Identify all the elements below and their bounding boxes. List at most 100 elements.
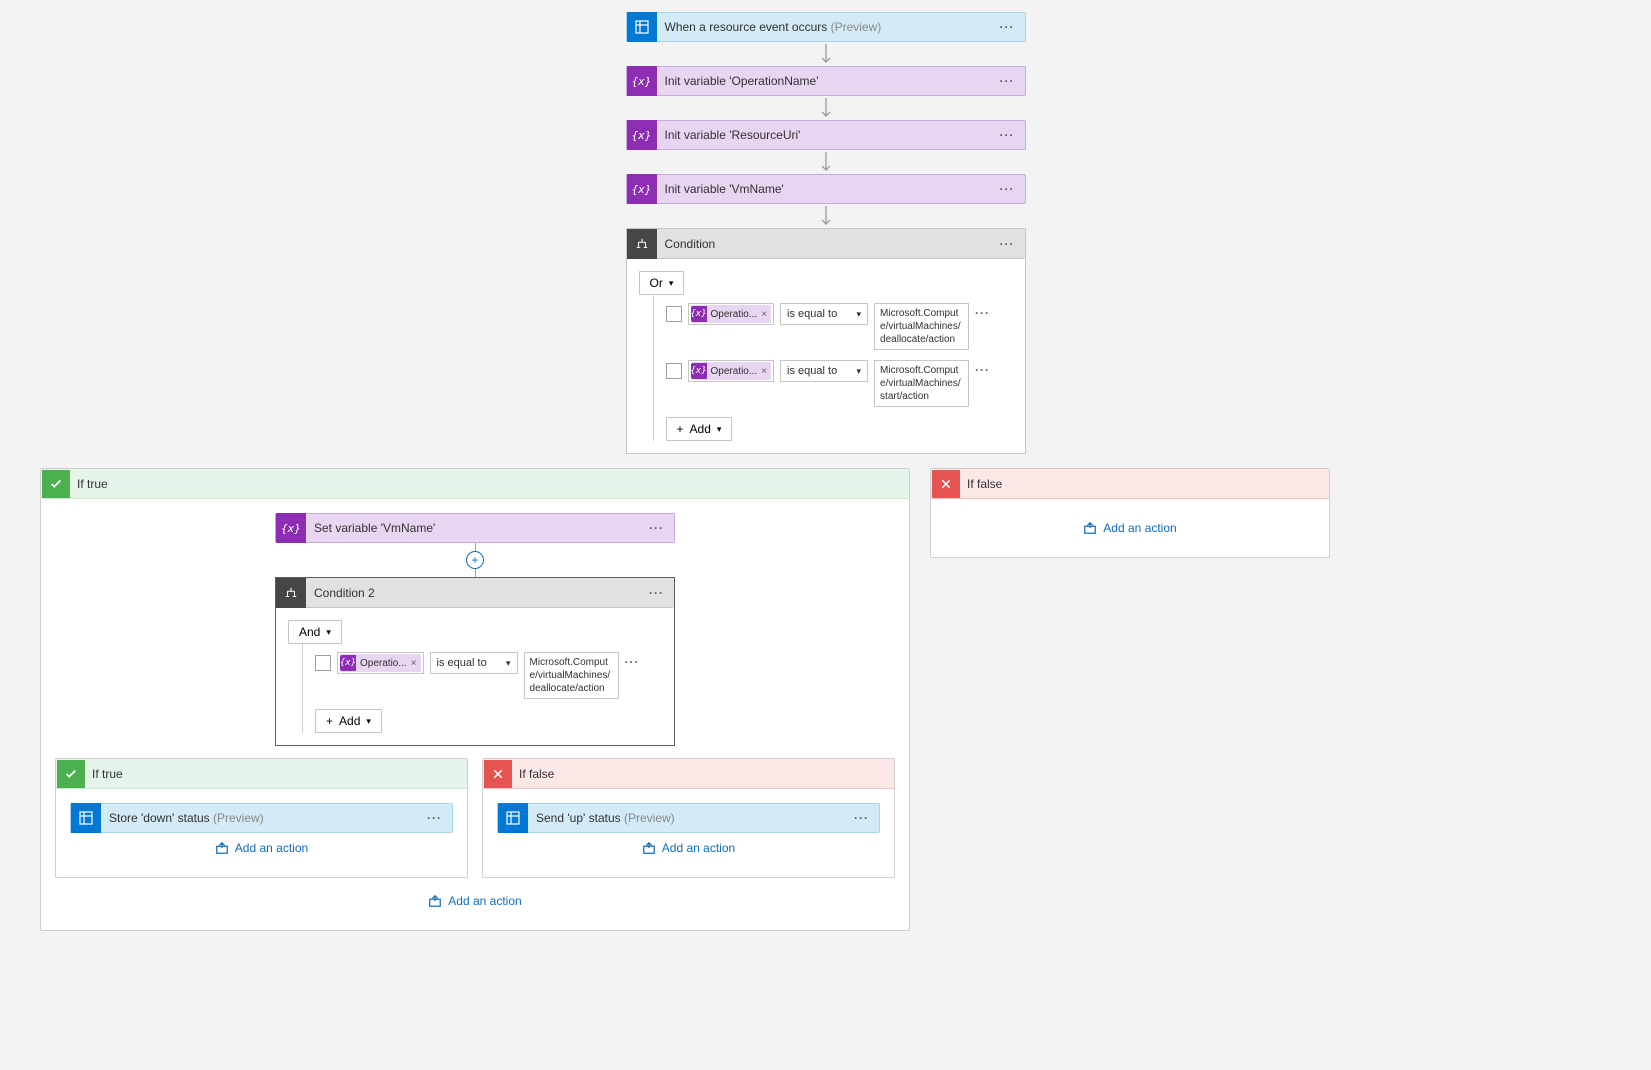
card-menu-icon[interactable]: ··· [639,586,674,600]
if-true-branch-inner: If true Store 'down' status (Preview) [55,758,468,878]
card-menu-icon[interactable]: ··· [639,521,674,535]
variable-icon: {x} [627,66,657,96]
add-action-icon [428,894,442,908]
row-checkbox[interactable] [666,306,682,322]
condition-right-value[interactable]: Microsoft.Compute/virtualMachines/deallo… [874,303,969,350]
flow-canvas: When a resource event occurs (Preview) ·… [40,12,1611,931]
variable-icon: {x} [276,513,306,543]
row-menu-icon[interactable]: ··· [625,652,640,669]
variable-icon: {x} [691,363,707,379]
variable-icon: {x} [627,174,657,204]
chevron-down-icon: ▾ [366,716,371,727]
add-action-link[interactable]: Add an action [215,841,308,855]
condition-left-value[interactable]: {x}Operatio...× [688,360,775,382]
condition-right-value[interactable]: Microsoft.Compute/virtualMachines/start/… [874,360,969,407]
chevron-down-icon: ▾ [857,309,862,320]
card-menu-icon[interactable]: ··· [990,237,1025,251]
condition-comparator-select[interactable]: is equal to▾ [430,652,518,674]
add-condition-row-button[interactable]: + Add ▾ [666,417,733,441]
arrow-down-icon [819,42,833,66]
add-action-link[interactable]: Add an action [428,894,521,908]
branch-header: If false [931,469,1329,499]
condition-panel: Condition ··· Or▾ {x}Operatio...× is equ… [626,228,1026,454]
close-icon [484,760,512,788]
card-title: Init variable 'ResourceUri' [657,128,990,142]
card-menu-icon[interactable]: ··· [417,811,452,825]
row-menu-icon[interactable]: ··· [975,303,990,320]
init-var-operationname-card[interactable]: {x} Init variable 'OperationName' ··· [626,66,1026,96]
init-var-resourceuri-card[interactable]: {x} Init variable 'ResourceUri' ··· [626,120,1026,150]
card-menu-icon[interactable]: ··· [990,74,1025,88]
condition-right-value[interactable]: Microsoft.Compute/virtualMachines/deallo… [524,652,619,699]
check-icon [42,470,70,498]
condition-operator-select[interactable]: Or▾ [639,271,685,295]
remove-token-icon[interactable]: × [411,658,417,669]
chevron-down-icon: ▾ [326,627,331,638]
connector-icon [498,803,528,833]
row-checkbox[interactable] [666,363,682,379]
condition-header[interactable]: Condition ··· [627,229,1025,259]
card-title: Store 'down' status (Preview) [101,811,417,825]
branch-header: If true [41,469,909,499]
condition-comparator-select[interactable]: is equal to▾ [780,303,868,325]
set-variable-vmname-card[interactable]: {x} Set variable 'VmName' ··· [275,513,675,543]
branch-header: If true [56,759,467,789]
card-title: When a resource event occurs (Preview) [657,20,990,34]
trigger-card[interactable]: When a resource event occurs (Preview) ·… [626,12,1026,42]
arrow-down-icon [819,150,833,174]
card-title: Send 'up' status (Preview) [528,811,844,825]
chevron-down-icon: ▾ [857,366,862,377]
add-action-icon [1083,521,1097,535]
card-title: Set variable 'VmName' [306,521,639,535]
arrow-down-icon [819,96,833,120]
plus-icon: + [326,714,333,728]
row-menu-icon[interactable]: ··· [975,360,990,377]
condition-row: {x}Operatio...× is equal to▾ Microsoft.C… [666,360,1013,407]
arrow-down-icon [819,204,833,228]
condition-branches: If true {x} Set variable 'VmName' ··· + [40,468,1611,931]
variable-icon: {x} [691,306,707,322]
connector: + [466,543,484,577]
event-grid-icon [627,12,657,42]
connector-icon [71,803,101,833]
add-action-icon [642,841,656,855]
check-icon [57,760,85,788]
branch-header: If false [483,759,894,789]
chevron-down-icon: ▾ [506,658,511,669]
add-condition-row-button[interactable]: + Add ▾ [315,709,382,733]
card-menu-icon[interactable]: ··· [990,20,1025,34]
if-false-branch: If false Add an action [930,468,1330,558]
remove-token-icon[interactable]: × [761,366,767,377]
card-title: Init variable 'OperationName' [657,74,990,88]
condition-comparator-select[interactable]: is equal to▾ [780,360,868,382]
variable-icon: {x} [340,655,356,671]
variable-icon: {x} [627,120,657,150]
condition-icon [276,578,306,608]
condition-operator-select[interactable]: And▾ [288,620,342,644]
send-up-status-card[interactable]: Send 'up' status (Preview) ··· [497,803,880,833]
card-menu-icon[interactable]: ··· [990,182,1025,196]
init-var-vmname-card[interactable]: {x} Init variable 'VmName' ··· [626,174,1026,204]
close-icon [932,470,960,498]
add-action-link[interactable]: Add an action [1083,521,1176,535]
store-down-status-card[interactable]: Store 'down' status (Preview) ··· [70,803,453,833]
condition-left-value[interactable]: {x}Operatio...× [337,652,424,674]
condition-icon [627,229,657,259]
condition-left-value[interactable]: {x}Operatio...× [688,303,775,325]
card-menu-icon[interactable]: ··· [990,128,1025,142]
row-checkbox[interactable] [315,655,331,671]
plus-icon: + [677,422,684,436]
card-title: Condition [657,237,990,251]
add-step-button[interactable]: + [466,551,484,569]
card-title: Init variable 'VmName' [657,182,990,196]
card-menu-icon[interactable]: ··· [844,811,879,825]
add-action-icon [215,841,229,855]
condition2-panel: Condition 2 ··· And▾ {x}Operatio...× [275,577,675,746]
chevron-down-icon: ▾ [717,424,722,435]
remove-token-icon[interactable]: × [761,309,767,320]
condition-row: {x}Operatio...× is equal to▾ Microsoft.C… [315,652,662,699]
condition-header[interactable]: Condition 2 ··· [276,578,674,608]
if-false-branch-inner: If false Send 'up' status (Preview) [482,758,895,878]
add-action-link[interactable]: Add an action [642,841,735,855]
if-true-branch: If true {x} Set variable 'VmName' ··· + [40,468,910,931]
